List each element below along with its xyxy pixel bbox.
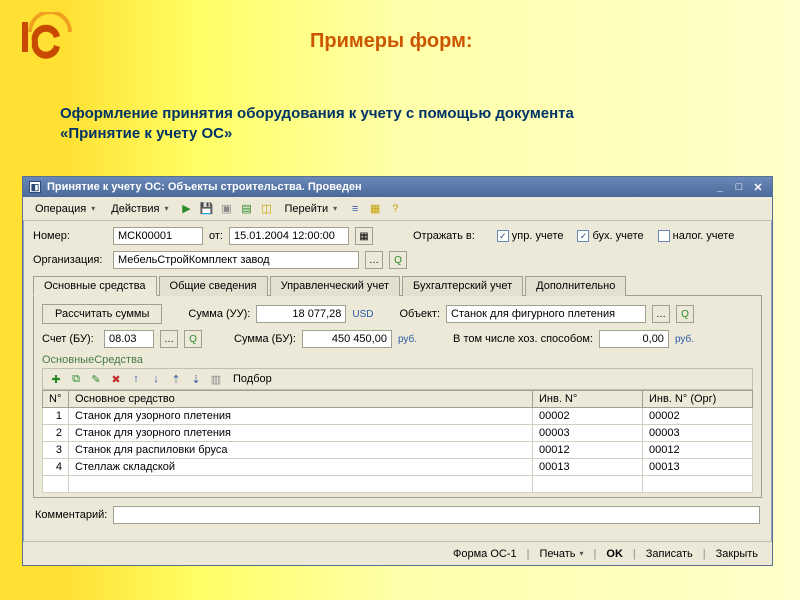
input-number[interactable]: МСК00001 bbox=[113, 227, 203, 245]
input-comment[interactable] bbox=[113, 506, 760, 524]
toolbar-help-icon[interactable]: ? bbox=[387, 201, 403, 217]
label-sum-bu: Сумма (БУ): bbox=[234, 333, 296, 345]
table-row[interactable]: 4Стеллаж складской0001300013 bbox=[43, 459, 753, 476]
grid-moveup-icon[interactable]: ↑ bbox=[127, 370, 145, 388]
checkbox-mgmt-label: упр. учете bbox=[512, 230, 564, 242]
logo-1c bbox=[14, 12, 74, 63]
maximize-button[interactable]: □ bbox=[731, 180, 747, 194]
titlebar: ◧ Принятие к учету ОС: Объекты строитель… bbox=[23, 177, 772, 197]
currency-uu: USD bbox=[352, 309, 373, 320]
label-incl: В том числе хоз. способом: bbox=[453, 333, 593, 345]
input-date[interactable]: 15.01.2004 12:00:00 bbox=[229, 227, 349, 245]
object-select-button[interactable]: … bbox=[652, 305, 670, 323]
main-toolbar: Операция Действия ▶ 💾 ▣ ▤ ◫ Перейти ≡ ▦ … bbox=[23, 197, 772, 221]
toolbar-post-icon[interactable]: ▣ bbox=[219, 201, 235, 217]
label-reflect: Отражать в: bbox=[413, 230, 475, 242]
slide-subtitle: Оформление принятия оборудования к учету… bbox=[60, 104, 620, 145]
tab-general[interactable]: Общие сведения bbox=[159, 276, 268, 296]
input-object[interactable]: Станок для фигурного плетения bbox=[446, 305, 646, 323]
window-title: Принятие к учету ОС: Объекты строительст… bbox=[47, 181, 362, 193]
toolbar-run-icon[interactable]: ▶ bbox=[179, 201, 195, 217]
input-sum-bu[interactable]: 450 450,00 bbox=[302, 330, 392, 348]
footer-ok[interactable]: OK bbox=[602, 546, 627, 562]
toolbar-go[interactable]: Перейти bbox=[279, 201, 344, 217]
tab-acc[interactable]: Бухгалтерский учет bbox=[402, 276, 523, 296]
calc-sums-button[interactable]: Рассчитать суммы bbox=[42, 304, 162, 324]
currency-bu: руб. bbox=[398, 334, 417, 345]
label-comment: Комментарий: bbox=[35, 509, 107, 521]
label-account: Счет (БУ): bbox=[42, 333, 98, 345]
grid-pick-button[interactable]: Подбор bbox=[227, 371, 278, 387]
window-icon: ◧ bbox=[29, 181, 41, 193]
grid-add-copy-icon[interactable]: ⧉ bbox=[67, 370, 85, 388]
table-row[interactable]: 2Станок для узорного плетения0000300003 bbox=[43, 425, 753, 442]
grid-add-icon[interactable]: ✚ bbox=[47, 370, 65, 388]
label-sum-uu: Сумма (УУ): bbox=[188, 308, 250, 320]
slide-title: Примеры форм: bbox=[310, 30, 473, 53]
checkbox-mgmt[interactable]: ✓упр. учете bbox=[497, 230, 564, 242]
grid-delete-icon[interactable]: ✖ bbox=[107, 370, 125, 388]
tab-mgmt[interactable]: Управленческий учет bbox=[270, 276, 400, 296]
col-inv-org[interactable]: Инв. N° (Орг) bbox=[643, 391, 753, 408]
grid-movedown-icon[interactable]: ↓ bbox=[147, 370, 165, 388]
footer-close[interactable]: Закрыть bbox=[712, 546, 762, 562]
checkbox-acc-label: бух. учете bbox=[592, 230, 643, 242]
table-row-empty[interactable] bbox=[43, 476, 753, 493]
grid-edit-icon[interactable]: ✎ bbox=[87, 370, 105, 388]
grid-sort-desc-icon[interactable]: ⇣ bbox=[187, 370, 205, 388]
date-picker-button[interactable]: ▦ bbox=[355, 227, 373, 245]
table-row[interactable]: 3Станок для распиловки бруса0001200012 bbox=[43, 442, 753, 459]
label-org: Организация: bbox=[33, 254, 107, 266]
currency-incl: руб. bbox=[675, 334, 694, 345]
toolbar-list-icon[interactable]: ≡ bbox=[347, 201, 363, 217]
app-window: ◧ Принятие к учету ОС: Объекты строитель… bbox=[22, 176, 773, 566]
grid-sort-asc-icon[interactable]: ⇡ bbox=[167, 370, 185, 388]
statusbar: Форма ОС-1 | Печать | OK | Записать | За… bbox=[23, 541, 772, 565]
toolbar-save-icon[interactable]: 💾 bbox=[199, 201, 215, 217]
footer-save[interactable]: Записать bbox=[642, 546, 697, 562]
label-number: Номер: bbox=[33, 230, 107, 242]
footer-form-os1[interactable]: Форма ОС-1 bbox=[449, 546, 521, 562]
input-incl[interactable]: 0,00 bbox=[599, 330, 669, 348]
label-object: Объект: bbox=[399, 308, 440, 320]
col-name[interactable]: Основное средство bbox=[69, 391, 533, 408]
account-select-button[interactable]: … bbox=[160, 330, 178, 348]
col-n[interactable]: N° bbox=[43, 391, 69, 408]
toolbar-operation[interactable]: Операция bbox=[29, 201, 101, 217]
checkbox-tax[interactable]: налог. учете bbox=[658, 230, 735, 242]
tab-extra[interactable]: Дополнительно bbox=[525, 276, 626, 296]
object-open-button[interactable]: Q bbox=[676, 305, 694, 323]
table-row[interactable]: 1Станок для узорного плетения0000200002 bbox=[43, 408, 753, 425]
close-button[interactable]: ✕ bbox=[750, 180, 766, 194]
account-open-button[interactable]: Q bbox=[184, 330, 202, 348]
tabs: Основные средства Общие сведения Управле… bbox=[33, 275, 762, 296]
checkbox-acc[interactable]: ✓бух. учете bbox=[577, 230, 643, 242]
checkbox-tax-label: налог. учете bbox=[673, 230, 735, 242]
grid-toolbar: ✚ ⧉ ✎ ✖ ↑ ↓ ⇡ ⇣ ▥ Подбор bbox=[42, 368, 753, 390]
col-inv[interactable]: Инв. N° bbox=[533, 391, 643, 408]
subheader-fixed-assets: ОсновныеСредства bbox=[42, 354, 753, 366]
input-account[interactable]: 08.03 bbox=[104, 330, 154, 348]
tab-fixed-assets[interactable]: Основные средства bbox=[33, 276, 157, 296]
toolbar-struct-icon[interactable]: ◫ bbox=[259, 201, 275, 217]
fixed-assets-grid: N° Основное средство Инв. N° Инв. N° (Ор… bbox=[42, 390, 753, 493]
toolbar-actions[interactable]: Действия bbox=[105, 201, 174, 217]
input-sum-uu[interactable]: 18 077,28 bbox=[256, 305, 346, 323]
input-org[interactable]: МебельСтройКомплект завод bbox=[113, 251, 359, 269]
org-open-button[interactable]: Q bbox=[389, 251, 407, 269]
label-date: от: bbox=[209, 230, 223, 242]
org-select-button[interactable]: … bbox=[365, 251, 383, 269]
grid-fill-icon[interactable]: ▥ bbox=[207, 370, 225, 388]
footer-print[interactable]: Печать bbox=[535, 546, 587, 562]
panel-fixed-assets: Рассчитать суммы Сумма (УУ): 18 077,28 U… bbox=[33, 296, 762, 498]
toolbar-report-icon[interactable]: ▤ bbox=[239, 201, 255, 217]
minimize-button[interactable]: _ bbox=[712, 180, 728, 194]
toolbar-doc-icon[interactable]: ▦ bbox=[367, 201, 383, 217]
